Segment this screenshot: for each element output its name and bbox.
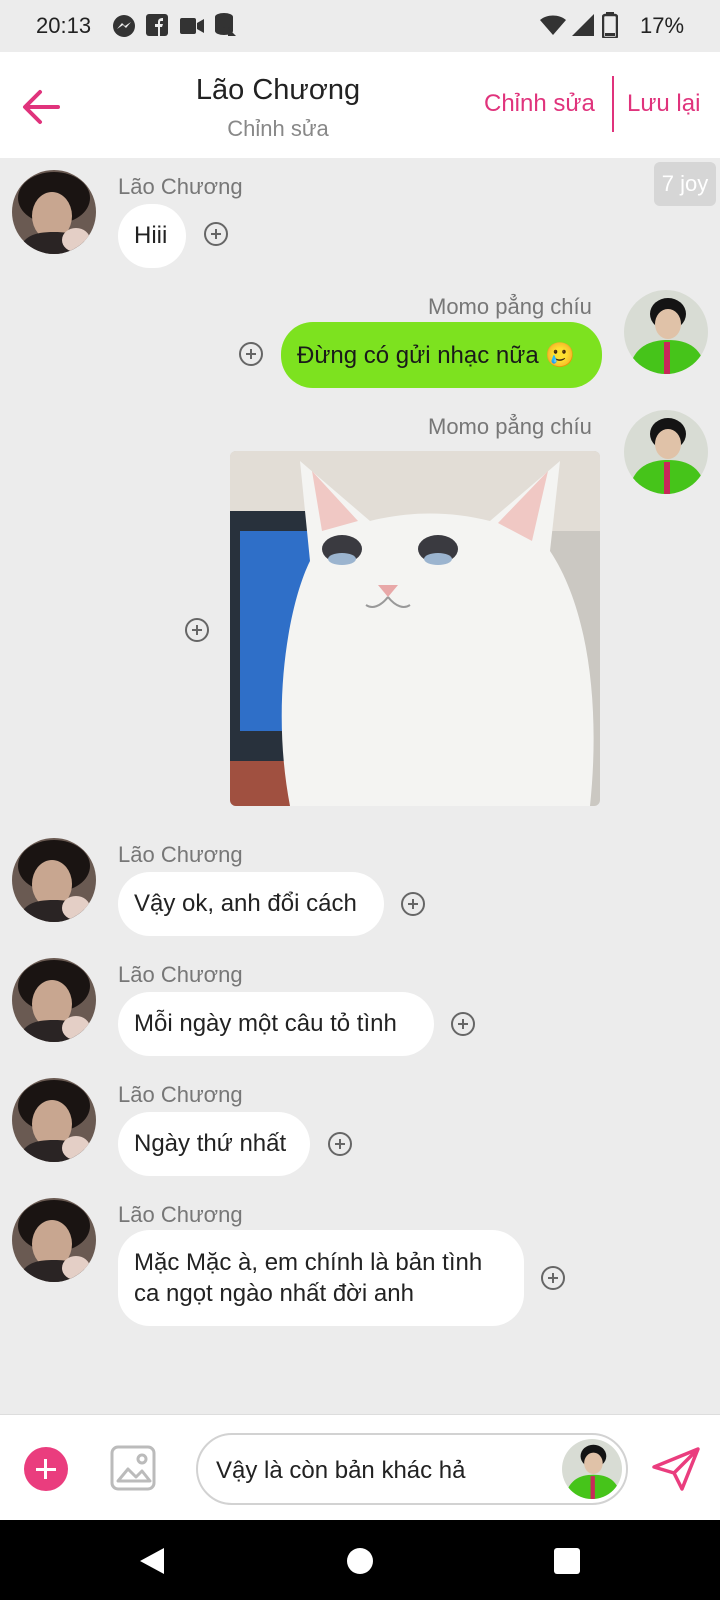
header-divider	[612, 76, 614, 132]
nav-home-icon[interactable]	[346, 1547, 374, 1575]
message-input-value[interactable]: Vậy là còn bản khác hả	[216, 1457, 466, 1485]
add-reaction-icon[interactable]	[185, 618, 209, 642]
message-bubble[interactable]: Đừng có gửi nhạc nữa 🥲	[281, 322, 602, 388]
message-text: Vậy ok, anh đổi cách	[134, 890, 357, 917]
sender-name: Lão Chương	[118, 962, 243, 987]
composer-bar: Vậy là còn bản khác hả	[0, 1414, 720, 1521]
facebook-icon	[146, 14, 168, 36]
joy-badge: 7 joy	[654, 162, 716, 206]
save-button[interactable]: Lưu lại	[627, 90, 700, 118]
chat-header: Lão Chương Chỉnh sửa Chỉnh sửa Lưu lại	[0, 52, 720, 158]
sender-name: Lão Chương	[118, 1202, 243, 1227]
sender-name: Momo pẳng chíu	[428, 294, 592, 319]
add-attachment-button[interactable]	[24, 1447, 68, 1491]
status-bar: 20:13 17%	[0, 0, 720, 52]
add-reaction-icon[interactable]	[328, 1132, 352, 1156]
sender-name: Lão Chương	[118, 174, 243, 199]
message-input[interactable]: Vậy là còn bản khác hả	[196, 1433, 628, 1505]
crying-cat-image[interactable]	[230, 451, 600, 806]
avatar-lao-chuong[interactable]	[12, 1078, 96, 1162]
battery-icon	[602, 12, 618, 38]
send-icon[interactable]	[652, 1447, 700, 1491]
nav-recents-icon[interactable]	[553, 1547, 581, 1575]
sender-name: Lão Chương	[118, 1082, 243, 1107]
battery-percent: 17%	[640, 13, 685, 38]
avatar-lao-chuong[interactable]	[12, 838, 96, 922]
avatar-lao-chuong[interactable]	[12, 958, 96, 1042]
message-bubble[interactable]: Ngày thứ nhất	[118, 1112, 310, 1176]
messenger-icon	[113, 15, 135, 37]
system-nav-bar	[0, 1520, 720, 1600]
nav-back-icon[interactable]	[138, 1546, 166, 1576]
wifi-icon	[540, 15, 566, 35]
message-text-line: Mặc Mặc à, em chính là bản tình	[134, 1249, 483, 1276]
add-reaction-icon[interactable]	[239, 342, 263, 366]
add-reaction-icon[interactable]	[204, 222, 228, 246]
add-reaction-icon[interactable]	[541, 1266, 565, 1290]
page-title: Lão Chương	[195, 74, 361, 106]
message-bubble[interactable]: Hiii	[118, 204, 186, 268]
message-bubble[interactable]: Vậy ok, anh đổi cách	[118, 872, 384, 936]
sender-avatar[interactable]	[562, 1439, 622, 1499]
avatar-lao-chuong[interactable]	[12, 170, 96, 254]
status-time: 20:13	[36, 13, 92, 38]
video-icon	[180, 18, 204, 34]
avatar-momo[interactable]	[624, 290, 708, 374]
message-bubble[interactable]: Mỗi ngày một câu tỏ tình	[118, 992, 434, 1056]
signal-icon	[572, 14, 594, 36]
message-text: Ngày thứ nhất	[134, 1130, 287, 1157]
page-subtitle: Chỉnh sửa	[227, 116, 329, 141]
message-text: Mỗi ngày một câu tỏ tình	[134, 1010, 397, 1037]
add-reaction-icon[interactable]	[401, 892, 425, 916]
database-icon	[215, 13, 236, 36]
add-reaction-icon[interactable]	[451, 1012, 475, 1036]
avatar-momo[interactable]	[624, 410, 708, 494]
message-text-line: ca ngọt ngào nhất đời anh	[134, 1280, 414, 1307]
sender-name: Momo pẳng chíu	[428, 414, 592, 439]
image-picker-icon[interactable]	[110, 1445, 156, 1491]
sender-name: Lão Chương	[118, 842, 243, 867]
message-bubble[interactable]: Mặc Mặc à, em chính là bản tình ca ngọt …	[118, 1230, 524, 1326]
message-text: Đừng có gửi nhạc nữa 🥲	[297, 341, 576, 369]
edit-button[interactable]: Chỉnh sửa	[484, 90, 595, 118]
message-text: Hiii	[134, 222, 168, 249]
avatar-lao-chuong[interactable]	[12, 1198, 96, 1282]
